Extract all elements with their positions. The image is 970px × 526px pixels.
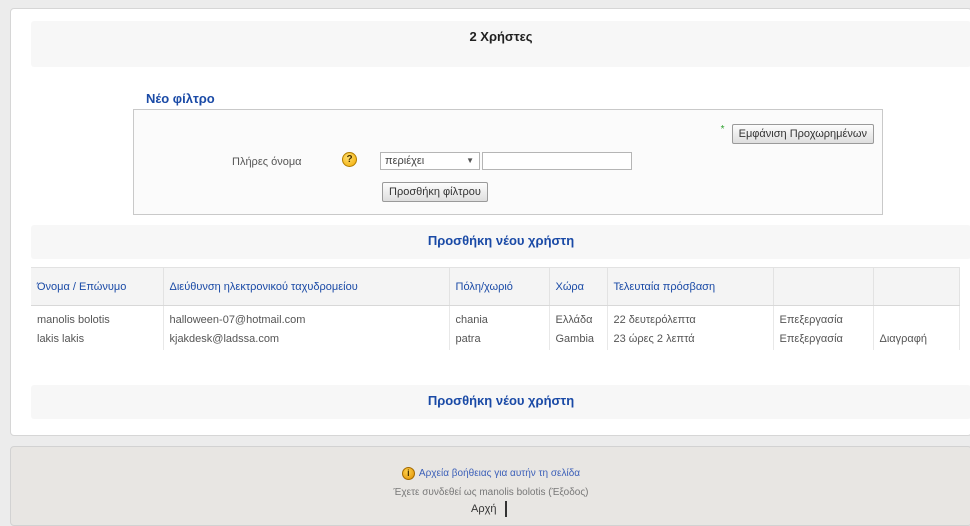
filter-value-input[interactable] — [482, 152, 632, 170]
operator-select[interactable]: περιέχει ▼ — [380, 152, 480, 170]
users-count-title: 2 Χρήστες — [469, 29, 533, 44]
user-name-link[interactable]: lakis lakis — [31, 327, 164, 350]
table-row: lakis lakis kjakdesk@ladssa.com patra Ga… — [31, 327, 960, 350]
page-footer: i Αρχεία βοήθειας για αυτήν τη σελίδα Έχε… — [10, 446, 970, 526]
edit-user-link[interactable]: Επεξεργασία — [773, 305, 874, 328]
delete-user-link[interactable]: Διαγραφή — [873, 327, 960, 350]
col-header-edit — [773, 267, 874, 306]
user-email: halloween-07@hotmail.com — [163, 305, 450, 328]
home-link[interactable]: Αρχή — [463, 501, 507, 517]
new-filter-fieldset: * Εμφάνιση Προχωρημένων Πλήρες όνομα ? π… — [133, 109, 883, 215]
table-header-row: Όνομα / Επώνυμο Διεύθυνση ηλεκτρονικού τ… — [31, 267, 960, 306]
help-icon[interactable]: ? — [342, 152, 357, 167]
user-email: kjakdesk@ladssa.com — [163, 327, 450, 350]
advanced-toggle-wrap: * Εμφάνιση Προχωρημένων — [721, 124, 874, 144]
edit-user-link[interactable]: Επεξεργασία — [773, 327, 874, 350]
help-icon: i — [401, 467, 415, 480]
col-header-delete — [873, 267, 960, 306]
user-country: Gambia — [549, 327, 608, 350]
col-header-last-access[interactable]: Τελευταία πρόσβαση — [607, 267, 774, 306]
add-user-link-bottom[interactable]: Προσθήκη νέου χρήστη — [31, 393, 970, 408]
add-user-band-top: Προσθήκη νέου χρήστη — [31, 225, 970, 259]
user-last-access: 23 ώρες 2 λεπτά — [607, 327, 774, 350]
user-name-link[interactable]: manolis bolotis — [31, 305, 164, 328]
chevron-down-icon: ▼ — [466, 156, 474, 165]
col-header-city[interactable]: Πόλη/χωριό — [449, 267, 550, 306]
asterisk-icon: * — [720, 124, 725, 135]
col-header-country[interactable]: Χώρα — [549, 267, 608, 306]
user-country: Ελλάδα — [549, 305, 608, 328]
col-header-email[interactable]: Διεύθυνση ηλεκτρονικού ταχυδρομείου — [163, 267, 450, 306]
user-city: patra — [449, 327, 550, 350]
main-content: 2 Χρήστες * Εμφάνιση Προχωρημένων Πλήρες… — [10, 8, 970, 436]
delete-user-link — [873, 305, 960, 328]
fullname-label: Πλήρες όνομα — [232, 156, 302, 168]
new-filter-legend: Νέο φίλτρο — [143, 91, 218, 106]
col-header-name[interactable]: Όνομα / Επώνυμο — [31, 267, 164, 306]
add-user-link-top[interactable]: Προσθήκη νέου χρήστη — [31, 233, 970, 248]
table-row: manolis bolotis halloween-07@hotmail.com… — [31, 305, 960, 328]
users-count-band: 2 Χρήστες — [31, 21, 970, 67]
operator-value: περιέχει — [385, 155, 425, 167]
users-table: Όνομα / Επώνυμο Διεύθυνση ηλεκτρονικού τ… — [31, 267, 960, 350]
add-filter-button[interactable]: Προσθήκη φίλτρου — [382, 182, 488, 202]
show-advanced-button[interactable]: Εμφάνιση Προχωρημένων — [731, 124, 874, 144]
user-last-access: 22 δευτερόλεπτα — [607, 305, 774, 328]
docs-link[interactable]: Αρχεία βοήθειας για αυτήν τη σελίδα — [419, 468, 580, 479]
user-city: chania — [449, 305, 550, 328]
logged-in-info: Έχετε συνδεθεί ως manolis bolotis (Έξοδο… — [393, 487, 589, 498]
docs-line: i Αρχεία βοήθειας για αυτήν τη σελίδα — [11, 467, 970, 480]
add-user-band-bottom: Προσθήκη νέου χρήστη — [31, 385, 970, 419]
